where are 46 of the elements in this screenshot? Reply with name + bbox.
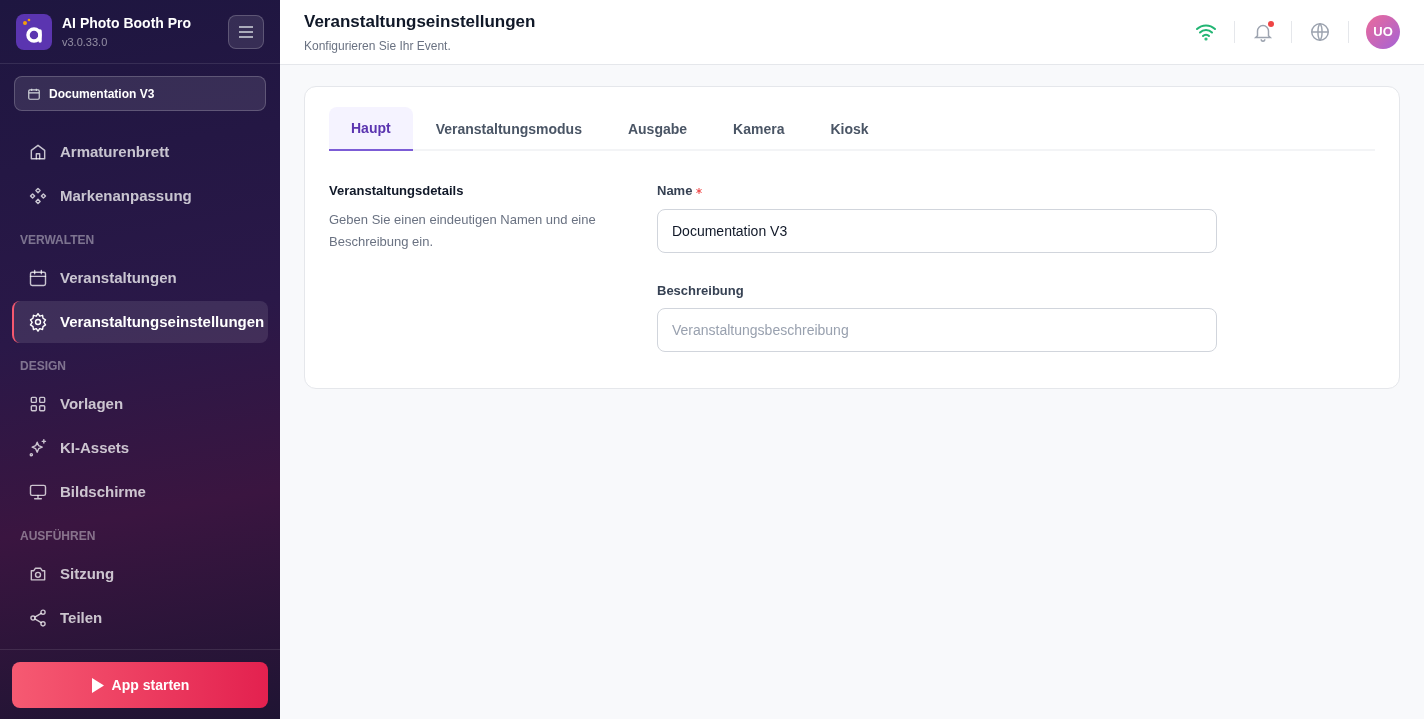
page-subtitle: Konfigurieren Sie Ihr Event. (304, 37, 452, 55)
sparkle-icon (28, 438, 48, 458)
nav-section-heading: DESIGN (19, 358, 67, 375)
home-icon (28, 142, 48, 162)
calendar-icon (28, 268, 48, 288)
play-icon (90, 677, 104, 693)
app-logo-icon (16, 13, 52, 50)
text-field[interactable]: Documentation V3 (657, 208, 1217, 253)
gear-icon (28, 312, 48, 332)
diamonds-icon (28, 186, 48, 206)
field-label: Beschreibung (657, 281, 744, 300)
section-title: Veranstaltungsdetails (329, 182, 465, 200)
event-selector[interactable]: Documentation V3 (14, 76, 266, 111)
nav-item[interactable]: KI-Assets (12, 427, 268, 469)
calendar-icon (27, 86, 41, 101)
tab[interactable]: Veranstaltungsmodus (412, 107, 605, 151)
grid-icon (28, 394, 48, 414)
nav-section-heading: AUSFÜHREN (19, 528, 97, 545)
camera-icon (28, 564, 48, 584)
monitor-icon (28, 482, 48, 502)
notification-button[interactable] (1252, 21, 1274, 43)
app-version: v3.0.33.0 (62, 34, 109, 50)
wifi-icon[interactable] (1195, 23, 1217, 41)
tab[interactable]: Kamera (710, 107, 808, 151)
tab[interactable]: Kiosk (807, 107, 892, 151)
menu-button[interactable] (228, 14, 264, 49)
section-description: Geben Sie einen eindeutigen Namen und eine Beschreibung ein. (329, 210, 597, 251)
nav-item[interactable]: Markenanpassung (12, 175, 268, 217)
tab[interactable]: Ausgabe (604, 107, 711, 151)
nav-item[interactable]: Veranstaltungseinstellungen (12, 301, 268, 343)
nav-item[interactable]: Vorlagen (12, 383, 268, 425)
menu-icon (238, 24, 254, 39)
share-icon (28, 608, 48, 628)
globe-icon[interactable] (1309, 21, 1331, 43)
field-label: Name (657, 182, 693, 200)
tab[interactable]: Haupt (329, 107, 413, 151)
nav-section-heading: VERWALTEN (19, 232, 96, 249)
nav-item[interactable]: Armaturenbrett (12, 131, 268, 173)
page-title: Veranstaltungseinstellungen (304, 11, 537, 34)
text-field[interactable]: Veranstaltungsbeschreibung (657, 308, 1217, 352)
nav-item[interactable]: Veranstaltungen (12, 257, 268, 299)
nav-item[interactable]: Sitzung (12, 553, 268, 595)
launch-app-button[interactable]: App starten (12, 662, 268, 708)
nav-item[interactable]: Bildschirme (12, 471, 268, 513)
app-name: AI Photo Booth Pro (62, 13, 193, 33)
nav-item[interactable]: Teilen (12, 597, 268, 639)
